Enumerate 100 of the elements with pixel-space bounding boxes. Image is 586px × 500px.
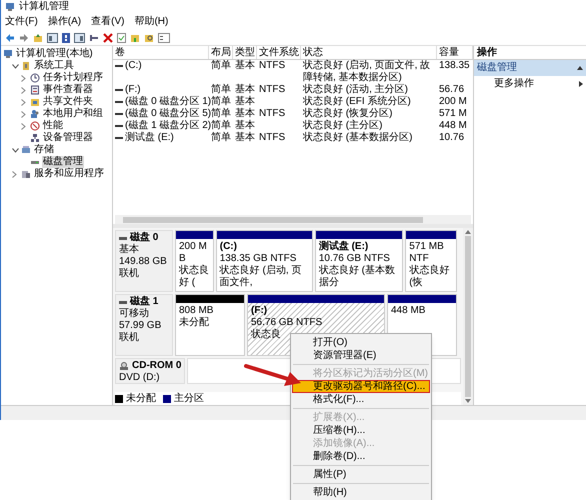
- partition-info: 448 MB: [391, 305, 426, 317]
- tree-item[interactable]: 服务和应用程序: [33, 168, 105, 180]
- partition-info: 200 MB: [179, 241, 208, 264]
- disk-name: 磁盘 0: [130, 232, 158, 244]
- action-item[interactable]: 更多操作: [474, 76, 586, 92]
- table-cell: 571 M: [439, 108, 467, 120]
- table-cell: NTFS: [259, 84, 286, 96]
- menu-item[interactable]: 查看(V): [91, 16, 124, 28]
- table-cell: 138.35: [439, 60, 470, 72]
- table-cell: 简单: [211, 132, 231, 144]
- tree-item[interactable]: 性能: [42, 120, 64, 132]
- partition-bar: [176, 231, 213, 239]
- partition-block[interactable]: 808 MB 未分配: [175, 294, 245, 356]
- menu-item[interactable]: 属性(P): [292, 468, 430, 481]
- folder-search-icon[interactable]: [144, 32, 154, 42]
- scroll-down-icon[interactable]: [465, 399, 471, 403]
- collapsed-chevron-icon[interactable]: [21, 74, 26, 82]
- table-cell-text: 状态良好 (活动, 主分区): [303, 84, 408, 96]
- table-cell-text: 基本: [235, 84, 255, 96]
- partition-block[interactable]: (C:) 138.35 GB NTFS 状态良好 (启动, 页面文件,: [216, 230, 313, 292]
- menu-item[interactable]: 操作(A): [48, 16, 82, 28]
- disk-info: 基本: [119, 244, 140, 256]
- table-cell-text: 状态良好 (启动, 页面文件, 故障转储, 基本数据分区): [303, 60, 432, 84]
- table-cell: (F:): [125, 84, 141, 96]
- column-header[interactable]: 状态: [301, 46, 437, 59]
- tree-item[interactable]: 系统工具: [33, 60, 75, 72]
- partition-block[interactable]: 200 MB 状态良好 (: [175, 230, 214, 292]
- column-header[interactable]: 布局: [209, 46, 233, 59]
- menu-item[interactable]: 更改驱动器号和路径(C)...: [292, 380, 430, 393]
- collapsed-chevron-icon[interactable]: [12, 170, 17, 178]
- column-header[interactable]: 类型: [233, 46, 257, 59]
- partition-info: 状态良好 (恢: [409, 265, 450, 289]
- table-cell-text: 基本: [235, 108, 255, 120]
- table-cell-text: (磁盘 1 磁盘分区 2): [125, 120, 212, 132]
- menu-item[interactable]: 帮助(H): [292, 486, 430, 499]
- collapsed-chevron-icon[interactable]: [21, 122, 26, 130]
- menu-item[interactable]: 格式化(F)...: [292, 393, 430, 406]
- table-cell: 200 M: [439, 96, 467, 108]
- menu-item[interactable]: 删除卷(D)...: [292, 450, 430, 463]
- panel-icon[interactable]: [74, 32, 85, 42]
- log-icon: [30, 85, 40, 95]
- tree-item[interactable]: 任务计划程序: [42, 72, 104, 84]
- partition-info: 10.76 GB NTFS: [318, 253, 391, 264]
- menu-item[interactable]: 压缩卷(H)...: [292, 424, 430, 437]
- column-header[interactable]: 容量: [437, 46, 473, 59]
- menu-item[interactable]: 帮助(H): [134, 16, 168, 28]
- table-cell-text: 基本: [235, 120, 255, 132]
- submenu-arrow-icon: [579, 81, 583, 87]
- tree-item[interactable]: 本地用户和组: [42, 108, 104, 120]
- partition-info: 状态良好 (启动, 页面文件,: [220, 265, 302, 289]
- folder-icon[interactable]: [130, 32, 140, 42]
- computer-icon: [3, 49, 13, 59]
- folder-up-icon[interactable]: [33, 32, 43, 42]
- folder-icon: [30, 97, 40, 107]
- table-cell-text: 简单: [211, 84, 231, 96]
- collapsed-chevron-icon[interactable]: [21, 110, 26, 118]
- back-icon[interactable]: [5, 32, 15, 42]
- document-check-icon[interactable]: [117, 32, 126, 42]
- forward-icon[interactable]: [19, 32, 29, 42]
- tree-item[interactable]: 磁盘管理: [42, 156, 84, 168]
- column-header[interactable]: 卷: [113, 46, 209, 59]
- table-cell-text: 基本: [235, 96, 255, 108]
- partition-info: 状态良好 (基本数据分: [318, 265, 396, 289]
- clock-icon: [30, 73, 40, 83]
- horizontal-scrollbar[interactable]: [115, 215, 471, 224]
- tools-icon: [21, 61, 31, 71]
- table-cell: 10.76: [439, 132, 464, 144]
- expanded-chevron-icon[interactable]: [12, 148, 19, 152]
- list-view-icon[interactable]: [158, 32, 170, 42]
- table-cell: 基本: [235, 132, 255, 144]
- partition-title: (F:): [251, 305, 268, 317]
- table-cell: (C:): [125, 60, 142, 72]
- disk-info: 149.88 GB: [119, 256, 168, 268]
- scroll-up-icon[interactable]: [465, 230, 471, 234]
- vertical-scrollbar[interactable]: [463, 228, 473, 405]
- tree-item[interactable]: 计算机管理(本地): [15, 48, 94, 60]
- tree-item[interactable]: 设备管理器: [42, 132, 94, 144]
- column-header[interactable]: 文件系统: [257, 46, 301, 59]
- table-cell: 448 M: [439, 120, 467, 132]
- partition-block[interactable]: 571 MB NTF 状态良好 (恢: [405, 230, 457, 292]
- app-icon: [5, 2, 15, 12]
- collapsed-chevron-icon[interactable]: [21, 86, 26, 94]
- collapse-icon[interactable]: [577, 66, 583, 70]
- expanded-chevron-icon[interactable]: [12, 64, 19, 68]
- users-icon: [30, 109, 40, 119]
- collapsed-chevron-icon[interactable]: [21, 98, 26, 106]
- menu-item[interactable]: 文件(F): [5, 16, 38, 28]
- table-cell: 简单: [211, 60, 231, 72]
- partition-block[interactable]: 测试盘 (E:) 10.76 GB NTFS 状态良好 (基本数据分: [314, 230, 404, 292]
- table-cell: 状态良好 (基本数据分区): [303, 132, 412, 144]
- table-cell: 56.76: [439, 84, 464, 96]
- delete-icon[interactable]: [103, 32, 113, 42]
- panel-icon[interactable]: [47, 32, 58, 42]
- tree-item[interactable]: 共享文件夹: [42, 96, 94, 108]
- help-icon[interactable]: [62, 32, 70, 42]
- tree-item[interactable]: 事件查看器: [42, 84, 94, 96]
- partition-info: 138.35 GB NTFS: [220, 253, 298, 264]
- tree-item[interactable]: 存储: [33, 144, 55, 156]
- action-section-header[interactable]: 磁盘管理: [474, 60, 586, 76]
- disk-name: CD-ROM 0: [132, 360, 182, 372]
